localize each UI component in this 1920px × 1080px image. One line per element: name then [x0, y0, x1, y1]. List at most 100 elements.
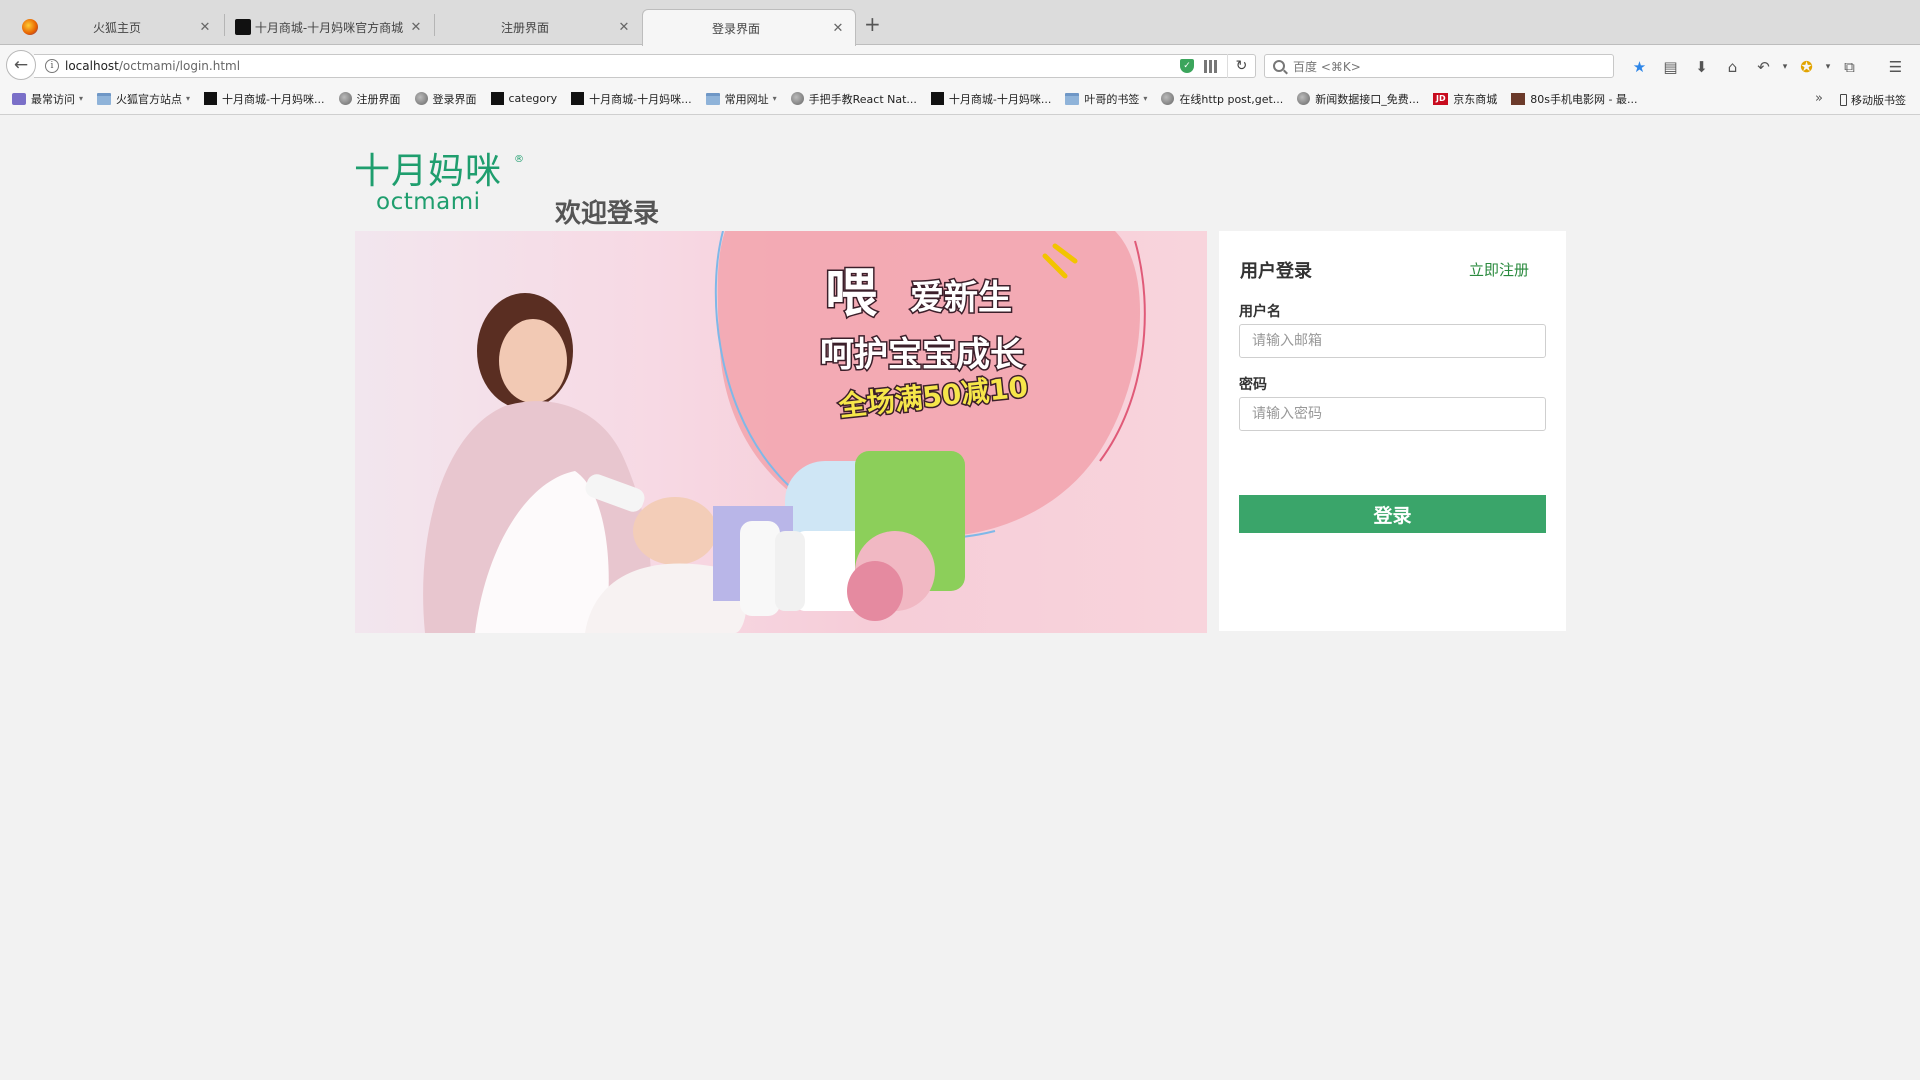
bookmark-item[interactable]: category	[490, 92, 557, 105]
bookmark-item[interactable]: 新闻数据接口_免费...	[1297, 91, 1419, 107]
tab-strip: 火狐主页 ✕ 十月商城-十月妈咪官方商城 ✕ 注册界面 ✕ 登录界面 ✕ +	[0, 0, 1920, 46]
login-button[interactable]: 登录	[1239, 495, 1546, 533]
hamburger-menu-icon[interactable]: ☰	[1880, 57, 1911, 77]
firefox-icon	[22, 19, 38, 35]
back-button[interactable]: ←	[6, 50, 36, 80]
url-text[interactable]: localhost/octmami/login.html	[65, 59, 1180, 73]
extension-icon[interactable]: ✪	[1791, 57, 1822, 77]
site-favicon-icon	[235, 19, 251, 35]
bookmark-item[interactable]: 十月商城-十月妈咪...	[930, 91, 1052, 107]
octmami-logo[interactable]: 十月妈咪 ® octmami	[354, 151, 524, 215]
globe-icon	[790, 92, 804, 105]
bookmark-folder[interactable]: 叶哥的书签 ▾	[1065, 91, 1147, 107]
tab-title: 火狐主页	[92, 20, 141, 35]
bookmark-folder[interactable]: 火狐官方站点 ▾	[97, 91, 190, 107]
qr-code-icon[interactable]	[1204, 59, 1217, 73]
bookmark-label: 常用网址	[724, 92, 769, 106]
bookmark-label: 京东商城	[1453, 92, 1498, 106]
bookmark-label: 在线http post,get...	[1179, 92, 1284, 106]
most-visited-icon	[12, 92, 26, 105]
reload-icon[interactable]: ↻	[1227, 54, 1255, 78]
username-input[interactable]	[1239, 324, 1546, 358]
logo-chinese-text: 十月妈咪	[354, 151, 503, 192]
bookmark-item[interactable]: 80s手机电影网 - 最...	[1511, 91, 1637, 107]
chevron-down-icon[interactable]: ▾	[1779, 57, 1791, 77]
tab-title: 十月商城-十月妈咪官方商城	[254, 20, 404, 35]
banner-subline: 呵护宝宝成长	[820, 335, 1024, 375]
close-icon[interactable]: ✕	[615, 20, 633, 35]
shield-icon[interactable]: ✓	[1180, 59, 1194, 73]
more-bookmarks-icon[interactable]: »	[1815, 91, 1823, 106]
chevron-down-icon: ▾	[772, 94, 777, 103]
bookmark-label: 最常访问	[31, 92, 75, 106]
bookmark-label: 新闻数据接口_免费...	[1315, 92, 1420, 106]
bookmark-label: 80s手机电影网 - 最...	[1530, 92, 1638, 106]
globe-icon	[414, 92, 428, 105]
bookmark-label: 十月商城-十月妈咪...	[948, 92, 1052, 106]
folder-icon	[1065, 92, 1080, 105]
bookmark-item[interactable]: 手把手教React Nat...	[790, 91, 917, 107]
bookmark-folder[interactable]: 常用网址 ▾	[705, 91, 777, 107]
back-arrow-icon: ←	[13, 55, 29, 75]
bookmark-item[interactable]: 注册界面	[338, 91, 401, 107]
banner-headline-quote: 喂	[825, 264, 878, 324]
url-bar[interactable]: i localhost/octmami/login.html ✓ ↻	[34, 54, 1256, 78]
search-bar[interactable]: 百度 <⌘K>	[1264, 54, 1614, 78]
reading-list-icon[interactable]: ▤	[1655, 57, 1686, 77]
undo-icon[interactable]: ↶	[1748, 57, 1779, 77]
mobile-bookmarks[interactable]: 移动版书签	[1840, 92, 1906, 108]
bookmark-item[interactable]: 十月商城-十月妈咪...	[204, 91, 325, 107]
tab-firefox-home[interactable]: 火狐主页 ✕	[0, 9, 222, 45]
bookmark-item[interactable]: JD 京东商城	[1433, 91, 1497, 107]
film-icon	[1511, 92, 1526, 105]
home-icon[interactable]: ⌂	[1717, 57, 1748, 77]
bookmark-most-visited[interactable]: 最常访问 ▾	[12, 91, 83, 107]
globe-icon	[338, 92, 352, 105]
tab-title: 注册界面	[500, 20, 549, 35]
bookmark-label: 注册界面	[356, 92, 401, 106]
bookmark-item[interactable]: 登录界面	[414, 91, 477, 107]
password-input[interactable]	[1239, 397, 1546, 431]
url-path: /octmami/login.html	[118, 59, 241, 73]
bookmark-label: 十月商城-十月妈咪...	[222, 92, 325, 106]
close-icon[interactable]: ✕	[407, 20, 425, 35]
download-icon[interactable]: ⬇	[1686, 57, 1717, 77]
url-host: localhost	[65, 59, 119, 73]
search-icon	[1273, 60, 1285, 72]
site-favicon-icon	[204, 92, 218, 105]
bookmark-item[interactable]: 在线http post,get...	[1161, 91, 1283, 107]
tab-login[interactable]: 登录界面 ✕	[642, 9, 856, 46]
bookmark-item[interactable]: 十月商城-十月妈咪...	[571, 91, 692, 107]
close-icon[interactable]: ✕	[829, 21, 847, 36]
banner-illustration: 喂 爱新生 呵护宝宝成长 全场满50减10	[423, 231, 1146, 633]
bookmark-label: 火狐官方站点	[116, 92, 183, 106]
chevron-down-icon[interactable]: ▾	[1822, 57, 1834, 77]
tab-octmami-store[interactable]: 十月商城-十月妈咪官方商城 ✕	[225, 9, 433, 45]
username-label: 用户名	[1239, 304, 1281, 320]
bookmark-label: 移动版书签	[1851, 94, 1906, 107]
banner-headline: 爱新生	[910, 278, 1012, 318]
globe-icon	[1297, 92, 1311, 105]
crop-icon[interactable]: ⧉	[1834, 57, 1865, 77]
password-label: 密码	[1239, 377, 1267, 393]
login-form: 用户登录 立即注册 用户名 密码 登录	[1219, 231, 1566, 631]
page-title: 欢迎登录	[555, 199, 660, 229]
site-info-icon[interactable]: i	[45, 59, 59, 73]
new-tab-icon[interactable]: +	[864, 12, 881, 36]
folder-icon	[705, 92, 720, 105]
login-title: 用户登录	[1240, 261, 1312, 282]
chevron-down-icon: ▾	[79, 94, 84, 103]
bookmark-label: 手把手教React Nat...	[808, 92, 917, 106]
bookmark-label: 十月商城-十月妈咪...	[589, 92, 692, 106]
chevron-down-icon: ▾	[186, 94, 191, 103]
close-icon[interactable]: ✕	[196, 20, 214, 35]
promo-banner: 喂 爱新生 呵护宝宝成长 全场满50减10	[355, 231, 1207, 633]
globe-icon	[1161, 92, 1175, 105]
tab-title: 登录界面	[711, 21, 760, 36]
jd-icon: JD	[1433, 92, 1449, 105]
tab-register[interactable]: 注册界面 ✕	[435, 9, 641, 45]
phone-icon	[1840, 94, 1847, 106]
bookmark-star-icon[interactable]: ★	[1624, 57, 1655, 77]
register-link[interactable]: 立即注册	[1469, 259, 1529, 280]
chevron-down-icon: ▾	[1143, 94, 1148, 103]
